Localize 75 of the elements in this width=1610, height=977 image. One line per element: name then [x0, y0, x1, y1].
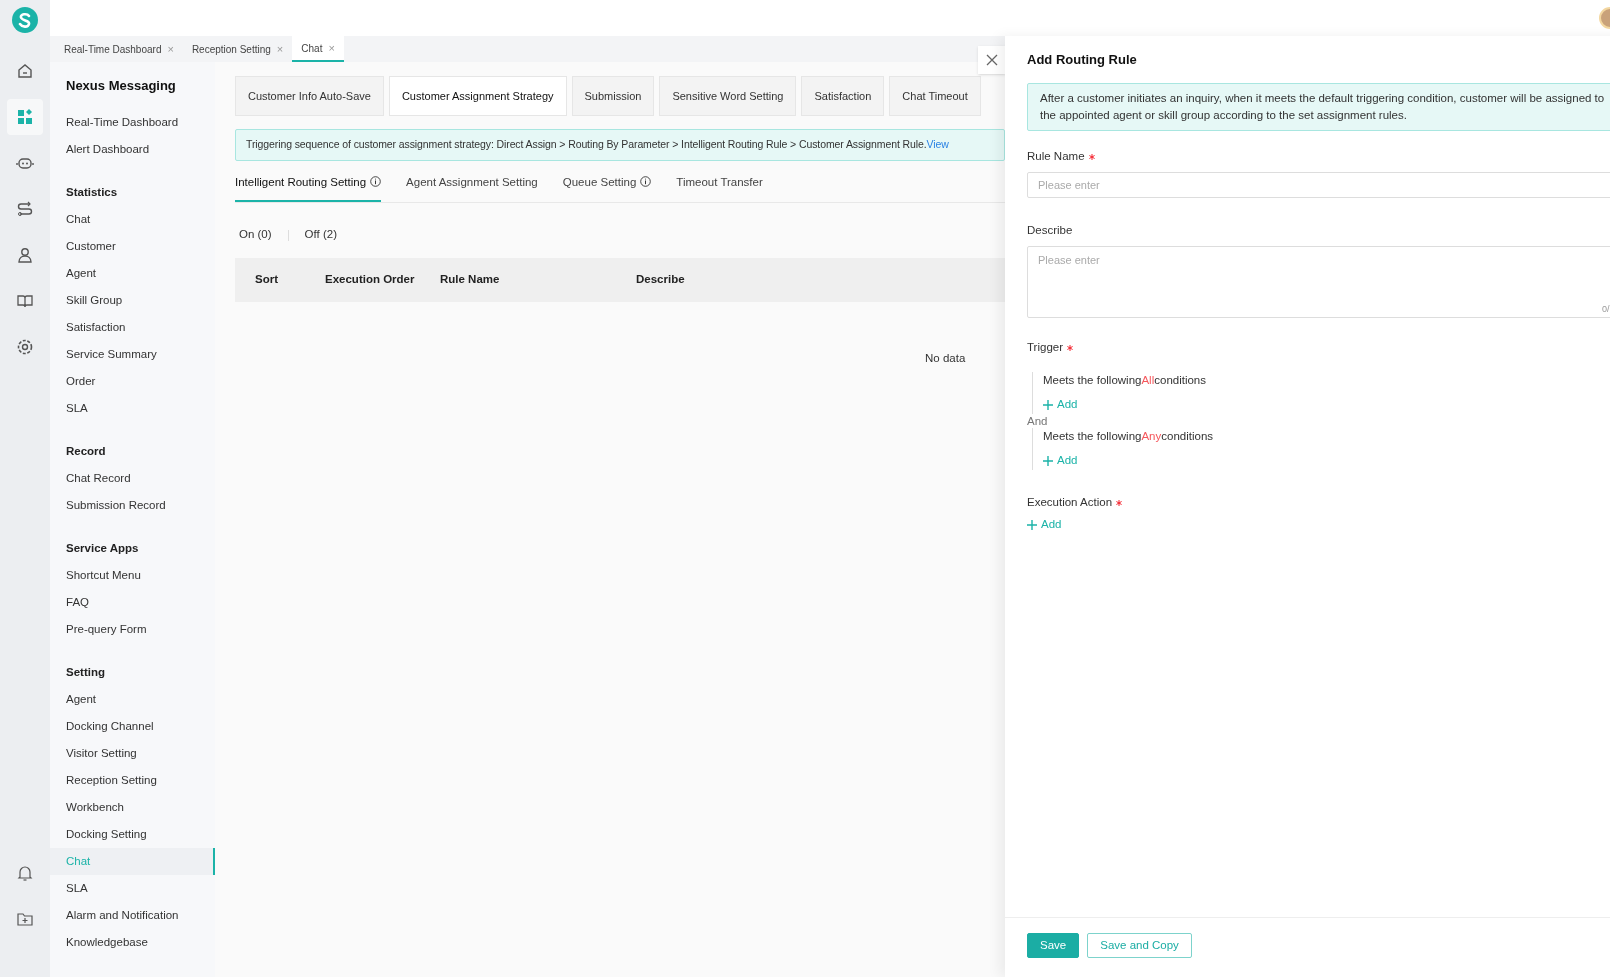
drawer-title: Add Routing Rule — [1027, 51, 1138, 68]
sidebar-item[interactable]: Reception Setting — [50, 767, 215, 794]
page-tab[interactable]: Chat × — [292, 36, 344, 62]
column-header: Describe — [636, 272, 686, 288]
sidebar-item[interactable]: Chat — [50, 206, 215, 233]
plus-icon — [1043, 456, 1053, 466]
sidebar-item[interactable]: Docking Setting — [50, 821, 215, 848]
field-label: Describe — [1027, 223, 1073, 239]
sidebar-item[interactable]: Agent — [50, 686, 215, 713]
bell-icon[interactable] — [16, 864, 34, 882]
settings-icon[interactable] — [16, 338, 34, 356]
page-tab[interactable]: Reception Setting × — [182, 36, 293, 62]
sidebar-title: Nexus Messaging — [65, 77, 177, 95]
sidebar-item[interactable]: Alert Dashboard — [50, 136, 215, 163]
sidebar-item[interactable]: Pre-query Form — [50, 616, 215, 643]
sidebar-item[interactable]: Submission Record — [50, 492, 215, 519]
plus-icon — [1027, 520, 1037, 530]
subtab[interactable]: Agent Assignment Setting — [406, 174, 538, 202]
plus-icon — [1043, 400, 1053, 410]
tab[interactable]: Sensitive Word Setting — [659, 76, 797, 116]
sidebar-item[interactable]: Satisfaction — [50, 314, 215, 341]
sidebar-item[interactable]: Real-Time Dashboard — [50, 109, 215, 136]
banner-text: Triggering sequence of customer assignment strategy: Direct Assign > Routing By Parameter > Intelligent Routing Rule > Customer Assignment Rule. — [246, 137, 927, 153]
sidebar-item[interactable]: Skill Group — [50, 287, 215, 314]
field-label: Trigger — [1027, 340, 1063, 356]
folder-icon[interactable] — [16, 910, 34, 928]
column-header: Sort — [254, 272, 279, 288]
section-heading: Setting — [65, 665, 106, 680]
sidebar-item[interactable]: Visitor Setting — [50, 740, 215, 767]
home-icon[interactable] — [16, 62, 34, 80]
sidebar-item[interactable]: SLA — [50, 875, 215, 902]
field-label: Rule Name — [1027, 149, 1085, 165]
sidebar-item[interactable]: Shortcut Menu — [50, 562, 215, 589]
sidebar-item[interactable]: Service Summary — [50, 341, 215, 368]
page-tab[interactable]: Real-Time Dashboard × — [55, 36, 183, 62]
sidebar-item[interactable]: FAQ — [50, 589, 215, 616]
joiner-text: And — [1027, 414, 1049, 428]
column-header: Execution Order — [325, 272, 416, 288]
person-icon[interactable] — [16, 246, 34, 264]
subtab[interactable]: Queue Setting — [562, 174, 652, 202]
sidebar-item[interactable]: Customer — [50, 233, 215, 260]
tab[interactable]: Satisfaction — [801, 76, 885, 116]
subtab[interactable]: Timeout Transfer — [676, 174, 763, 202]
section-heading: Record — [65, 444, 107, 459]
section-heading: Statistics — [65, 185, 119, 200]
sidebar-item[interactable]: Agent — [50, 260, 215, 287]
condition-text: Meets the followingAllconditions — [1043, 373, 1208, 388]
sidebar-item[interactable]: Knowledgebase — [50, 929, 215, 956]
tab[interactable]: Submission — [571, 76, 655, 116]
tab[interactable]: Customer Info Auto-Save — [235, 76, 384, 116]
sidebar-item[interactable]: Docking Channel — [50, 713, 215, 740]
sidebar-item[interactable]: Chat Record — [50, 465, 215, 492]
close-button[interactable] — [978, 46, 1006, 74]
logo-icon[interactable] — [12, 7, 38, 33]
field-label: Execution Action — [1027, 495, 1113, 511]
sidebar-item[interactable]: Workbench — [50, 794, 215, 821]
info-message: After a customer initiates an inquiry, when it meets the default triggering condition, customer will be assigned to the appointed agent or skill group according to the set assignment rules. — [1027, 83, 1610, 131]
close-icon — [986, 54, 998, 66]
book-icon[interactable] — [16, 292, 34, 310]
empty-state-text: No data — [925, 351, 966, 366]
filter-option[interactable]: On (0) — [235, 226, 276, 244]
sidebar-item[interactable]: SLA — [50, 395, 215, 422]
tab[interactable]: Customer Assignment Strategy — [388, 76, 567, 116]
route-icon[interactable] — [16, 200, 34, 218]
text-input[interactable]: Please enter — [1027, 172, 1610, 198]
sidebar-item[interactable]: Alarm and Notification — [50, 902, 215, 929]
subtab[interactable]: Intelligent Routing Setting — [235, 174, 382, 202]
condition-text: Meets the followingAnyconditions — [1043, 429, 1215, 444]
section-heading: Service Apps — [65, 541, 140, 556]
column-header: Rule Name — [440, 272, 501, 288]
sidebar-item[interactable]: Order — [50, 368, 215, 395]
view-link[interactable]: View — [926, 137, 949, 153]
tab[interactable]: Chat Timeout — [889, 76, 981, 116]
filter-option[interactable]: Off (2) — [300, 226, 341, 244]
character-counter: 0/ — [1602, 302, 1610, 316]
